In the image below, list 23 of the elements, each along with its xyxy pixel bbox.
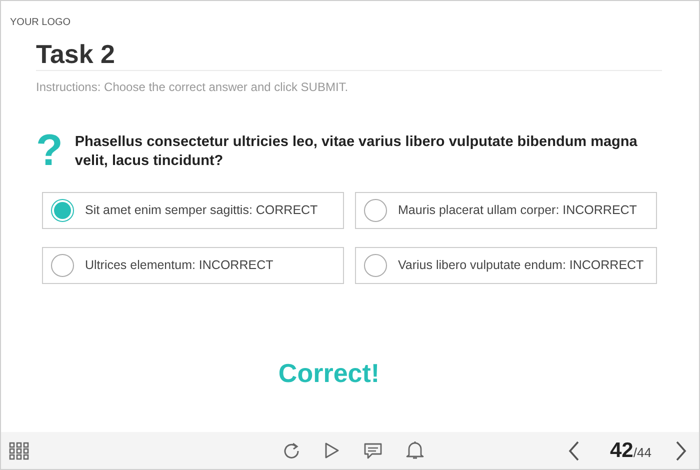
- instructions-text: Instructions: Choose the correct answer and click SUBMIT.: [36, 79, 348, 96]
- answer-option[interactable]: Mauris placerat ullam corper: INCORRECT: [355, 192, 657, 230]
- radio-button[interactable]: [364, 254, 387, 278]
- radio-button[interactable]: [51, 199, 74, 222]
- page-total: /44: [633, 444, 652, 462]
- logo-text: YOUR LOGO: [10, 16, 71, 30]
- radio-button[interactable]: [364, 199, 387, 222]
- previous-icon[interactable]: [568, 440, 580, 460]
- question-text: Phasellus consectetur ultricies leo, vitae varius libero vulputate bibendum magna velit, lacus tincidunt?: [74, 133, 638, 172]
- task-title: Task 2: [36, 39, 116, 70]
- answer-option[interactable]: Varius libero vulputate endum: INCORRECT: [355, 247, 657, 284]
- bell-icon[interactable]: [406, 441, 424, 460]
- answer-option[interactable]: Sit amet enim semper sagittis: CORRECT: [42, 192, 344, 230]
- radio-button[interactable]: [51, 254, 74, 278]
- play-icon[interactable]: [324, 442, 340, 459]
- feedback-text: Correct!: [277, 357, 381, 390]
- question-mark: ?: [36, 131, 63, 171]
- next-icon[interactable]: [675, 440, 688, 460]
- reload-icon[interactable]: [283, 442, 300, 460]
- page-number: 42: [610, 438, 634, 464]
- answer-option[interactable]: Ultrices elementum: INCORRECT: [42, 247, 344, 284]
- chat-icon[interactable]: [364, 442, 382, 458]
- menu-grid-icon[interactable]: [9, 442, 29, 460]
